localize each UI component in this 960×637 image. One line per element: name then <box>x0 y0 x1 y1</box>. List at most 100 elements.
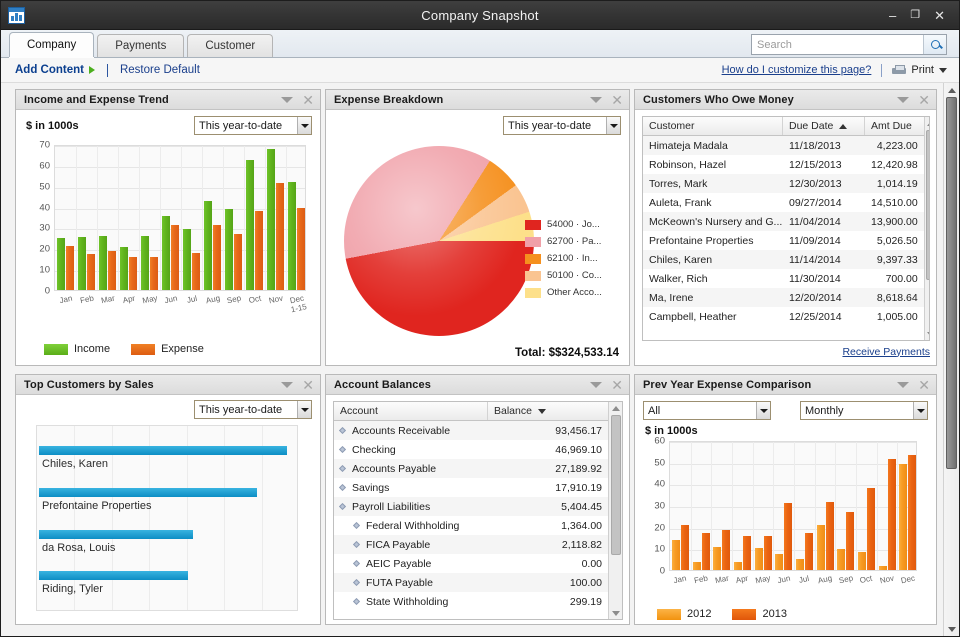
chart-bar <box>702 533 710 570</box>
cell-balance: 100.00 <box>488 573 608 592</box>
scroll-up-button[interactable] <box>925 117 930 129</box>
scroll-up-button[interactable] <box>945 83 959 97</box>
table-row[interactable]: McKeown's Nursery and G...11/04/201413,9… <box>643 212 924 231</box>
table-row[interactable]: Checking46,969.10 <box>334 440 608 459</box>
column-header-account[interactable]: Account <box>334 402 488 420</box>
table-row[interactable]: Payroll Liabilities5,404.45 <box>334 497 608 516</box>
cell-amt-due: 12,420.98 <box>865 155 924 174</box>
add-content-button[interactable]: Add Content <box>15 64 95 76</box>
column-header-customer[interactable]: Customer <box>643 117 783 135</box>
chart-bar <box>150 257 158 290</box>
table-row[interactable]: FUTA Payable100.00 <box>334 573 608 592</box>
period-dropdown-top-customers[interactable]: This year-to-date <box>194 400 312 419</box>
close-icon[interactable]: ✕ <box>611 378 623 392</box>
chart-bar <box>817 525 825 570</box>
table-row[interactable]: Ma, Irene12/20/20148,618.64 <box>643 288 924 307</box>
table-row[interactable]: Prefontaine Properties11/09/20145,026.50 <box>643 231 924 250</box>
close-icon[interactable]: ✕ <box>934 9 945 22</box>
close-icon[interactable]: ✕ <box>302 378 314 392</box>
title-bar: Company Snapshot – ❐ ✕ <box>1 1 959 30</box>
page-scrollbar[interactable] <box>943 83 959 636</box>
chevron-down-icon[interactable] <box>939 68 947 73</box>
table-row[interactable]: Walker, Rich11/30/2014700.00 <box>643 269 924 288</box>
receive-payments-link[interactable]: Receive Payments <box>842 346 930 358</box>
chevron-down-icon[interactable] <box>590 97 602 103</box>
chart-bar <box>879 566 887 570</box>
bullet-diamond-icon <box>353 522 360 529</box>
chevron-down-icon[interactable] <box>281 382 293 388</box>
table-row[interactable]: Chiles, Karen11/14/20149,397.33 <box>643 250 924 269</box>
tab-company[interactable]: Company <box>9 32 94 57</box>
chevron-down-icon[interactable] <box>897 97 909 103</box>
table-row[interactable]: Savings17,910.19 <box>334 478 608 497</box>
table-row[interactable]: AEIC Payable0.00 <box>334 554 608 573</box>
scroll-up-button[interactable] <box>610 402 622 414</box>
table-scrollbar[interactable] <box>924 117 930 340</box>
chart-bar <box>826 502 834 570</box>
y-axis-tick-label: 20 <box>645 522 665 533</box>
column-header-due-date[interactable]: Due Date <box>783 117 865 135</box>
table-row[interactable]: FICA Payable2,118.82 <box>334 535 608 554</box>
restore-default-button[interactable]: Restore Default <box>120 64 200 76</box>
x-axis-tick-label: Aug <box>205 294 221 306</box>
table-row[interactable]: Torres, Mark12/30/20131,014.19 <box>643 174 924 193</box>
scroll-thumb[interactable] <box>611 415 621 555</box>
column-header-balance[interactable]: Balance <box>488 402 608 420</box>
search-icon <box>931 40 940 49</box>
chevron-down-icon[interactable] <box>897 382 909 388</box>
chart-bar <box>899 464 907 570</box>
chart-bar <box>672 540 680 570</box>
close-icon[interactable]: ✕ <box>918 378 930 392</box>
print-button-label[interactable]: Print <box>911 64 934 76</box>
tab-customer[interactable]: Customer <box>187 34 273 57</box>
table-row[interactable]: Auleta, Frank09/27/201414,510.00 <box>643 193 924 212</box>
cell-account: State Withholding <box>334 592 488 611</box>
chevron-down-icon[interactable] <box>590 382 602 388</box>
table-row[interactable]: Campbell, Heather12/25/20141,005.00 <box>643 307 924 326</box>
scroll-down-button[interactable] <box>610 607 622 619</box>
x-axis-tick-label: May <box>755 573 772 585</box>
scroll-down-button[interactable] <box>925 328 930 340</box>
table-row[interactable]: Robinson, Hazel12/15/201312,420.98 <box>643 155 924 174</box>
table-row[interactable]: Accounts Receivable93,456.17 <box>334 421 608 440</box>
pie-legend: 54000 · Jo...62700 · Pa...62100 · In...5… <box>525 216 621 301</box>
period-dropdown-income-expense[interactable]: This year-to-date <box>194 116 312 135</box>
table-row[interactable]: Accounts Payable27,189.92 <box>334 459 608 478</box>
interval-dropdown[interactable]: Monthly <box>800 401 928 420</box>
chart-bar <box>784 503 792 570</box>
chart-bar <box>78 237 86 290</box>
scroll-down-button[interactable] <box>945 622 959 636</box>
customize-page-link[interactable]: How do I customize this page? <box>722 64 872 76</box>
panel-title: Account Balances <box>334 379 431 391</box>
panel-body: This year-to-date 54000 · Jo...62700 · P… <box>326 110 629 365</box>
close-icon[interactable]: ✕ <box>918 93 930 107</box>
table-row[interactable]: Federal Withholding1,364.00 <box>334 516 608 535</box>
legend-label-2012: 2012 <box>687 608 711 620</box>
chart-bar <box>204 201 212 290</box>
chart-bar <box>246 160 254 290</box>
search-input[interactable] <box>752 35 923 54</box>
maximize-button[interactable]: ❐ <box>910 10 920 21</box>
chart-bar <box>734 562 742 570</box>
y-axis-tick-label: 70 <box>30 140 50 151</box>
minimize-button[interactable]: – <box>889 9 896 22</box>
search-button[interactable] <box>923 35 946 54</box>
filter-dropdown-account[interactable]: All <box>643 401 771 420</box>
legend-swatch-2013 <box>732 609 756 620</box>
column-header-amt-due[interactable]: Amt Due <box>865 117 924 135</box>
gridline <box>670 464 916 465</box>
close-icon[interactable]: ✕ <box>302 93 314 107</box>
scroll-thumb[interactable] <box>946 97 957 469</box>
table-scrollbar[interactable] <box>608 402 622 619</box>
cell-due-date: 12/25/2014 <box>783 307 865 326</box>
table-row[interactable]: Himateja Madala11/18/20134,223.00 <box>643 136 924 155</box>
chart-bar <box>888 459 896 570</box>
table-row[interactable]: State Withholding299.19 <box>334 592 608 611</box>
chart-bar <box>908 455 916 570</box>
scroll-thumb[interactable] <box>926 130 930 280</box>
close-icon[interactable]: ✕ <box>611 93 623 107</box>
tab-payments[interactable]: Payments <box>97 34 184 57</box>
chart-legend: 2012 2013 <box>657 608 801 620</box>
chevron-down-icon[interactable] <box>281 97 293 103</box>
period-dropdown-expense-breakdown[interactable]: This year-to-date <box>503 116 621 135</box>
